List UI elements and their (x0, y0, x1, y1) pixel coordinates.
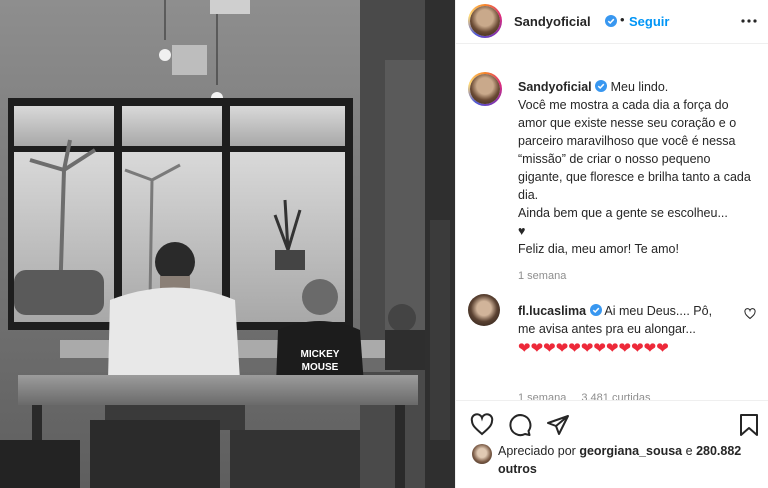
author-username[interactable]: Sandyoficial (514, 14, 591, 29)
verified-badge-icon (595, 80, 608, 92)
caption-avatar[interactable] (468, 72, 502, 106)
liker-username[interactable]: georgiana_sousa (579, 444, 682, 458)
likes-prefix: Apreciado por (498, 444, 576, 458)
shirt-text-line-2: MOUSE (302, 362, 339, 373)
caption-username[interactable]: Sandyoficial (518, 80, 592, 94)
shirt-text-line-1: MICKEY (301, 349, 340, 360)
verified-badge-icon (605, 15, 617, 27)
commenter-username[interactable]: fl.lucaslima (518, 304, 586, 318)
likes-text: Apreciado por georgiana_sousa e 280.882 … (498, 442, 748, 478)
caption-line-2: Você me mostra a cada dia a força do amo… (518, 98, 751, 202)
paper-plane-icon[interactable] (546, 413, 570, 437)
caption-time[interactable]: 1 semana (518, 270, 566, 282)
author-avatar[interactable] (468, 4, 502, 38)
comment-bubble-icon[interactable] (508, 413, 532, 437)
verified-badge-icon (589, 304, 602, 316)
caption-line-3: Ainda bem que a gente se escolheu... (518, 206, 728, 220)
post-side-panel: Sandyoficial • Seguir Sandyoficial Meu l… (455, 0, 768, 488)
post-header: Sandyoficial • Seguir (456, 0, 768, 44)
caption-line-4: ♥ (518, 224, 526, 238)
photo-scene: MICKEY MOUSE (0, 0, 455, 488)
comment-like-heart-icon[interactable] (744, 308, 756, 320)
caption-line-5: Feliz dia, meu amor! Te amo! (518, 242, 679, 256)
caption-line-1: Meu lindo. (610, 80, 669, 94)
header-separator: • (620, 12, 625, 27)
more-options-icon[interactable] (739, 14, 759, 28)
follow-button[interactable]: Seguir (629, 14, 669, 29)
commenter-avatar[interactable] (468, 294, 500, 326)
heart-outline-icon[interactable] (470, 413, 494, 437)
post-photo[interactable]: MICKEY MOUSE (0, 0, 455, 488)
comment-hearts: ❤❤❤❤❤❤❤❤❤❤❤❤ (518, 340, 669, 357)
likes-conj: e (685, 444, 693, 458)
bookmark-icon[interactable] (737, 413, 761, 437)
action-bar (456, 400, 768, 448)
caption-text: Sandyoficial Meu lindo. Você me mostra a… (518, 78, 753, 258)
liker-avatar[interactable] (472, 444, 492, 464)
comment-text: fl.lucaslima Ai meu Deus.... Pô, me avis… (518, 302, 728, 358)
